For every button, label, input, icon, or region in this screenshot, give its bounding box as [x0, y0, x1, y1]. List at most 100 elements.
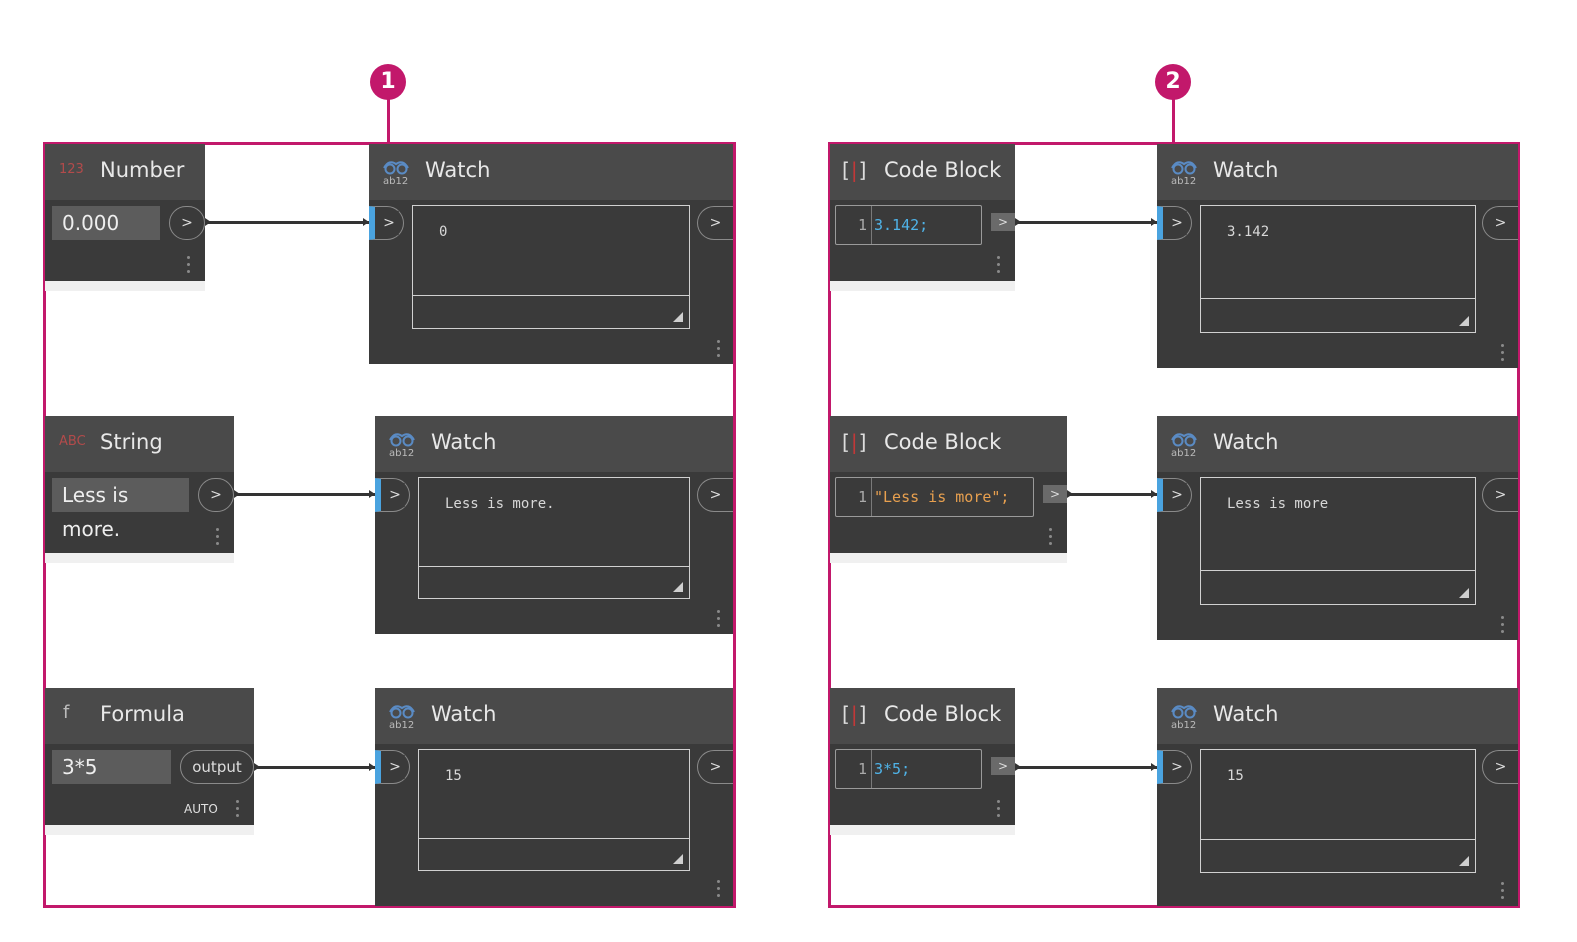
watch-output-port[interactable]: > [1482, 750, 1518, 784]
code-block-output-port[interactable]: > [991, 757, 1015, 775]
code-editor[interactable]: 1 3.142; [835, 205, 982, 245]
code-block-header[interactable]: [|] Code Block [830, 144, 1015, 200]
code-text[interactable]: 3.142; [874, 206, 928, 244]
code-block-header[interactable]: [|] Code Block [830, 688, 1015, 744]
marker-1-stem [387, 99, 390, 143]
watch-node-code-string[interactable]: ab12 Watch > Less is more > [1157, 416, 1518, 640]
watch-node-code-formula[interactable]: ab12 Watch > 15 > [1157, 688, 1518, 906]
formula-node-header[interactable]: f Formula [45, 688, 254, 744]
string-output-port[interactable]: > [198, 478, 234, 512]
watch-node-title: Watch [1213, 430, 1279, 454]
watch-node-number[interactable]: ab12 Watch > 0 > [369, 144, 733, 364]
code-block-icon: [|] [842, 430, 868, 454]
watch-value: 15 [1227, 768, 1244, 784]
code-block-title: Code Block [884, 158, 1002, 182]
formula-node[interactable]: f Formula 3*5 output AUTO [45, 688, 254, 825]
number-node-header[interactable]: 123 Number [45, 144, 205, 200]
code-editor[interactable]: 1 "Less is more"; [835, 477, 1034, 517]
code-text[interactable]: 3*5; [874, 750, 910, 788]
wire-code-formula-to-watch [1015, 763, 1157, 771]
watch-node-formula[interactable]: ab12 Watch > 15 > [375, 688, 733, 906]
watch-display: Less is more [1200, 477, 1476, 605]
number-input[interactable]: 0.000 [52, 206, 160, 240]
number-output-port[interactable]: > [169, 206, 205, 240]
watch-node-menu-icon[interactable] [1501, 616, 1505, 637]
watch-node-title: Watch [1213, 158, 1279, 182]
watch-value: Less is more. [445, 496, 555, 512]
formula-input[interactable]: 3*5 [52, 750, 171, 784]
watch-node-header[interactable]: ab12 Watch [375, 688, 733, 744]
code-block-header[interactable]: [|] Code Block [830, 416, 1067, 472]
number-node[interactable]: 123 Number 0.000 > [45, 144, 205, 281]
watch-input-port[interactable]: > [1157, 206, 1192, 240]
watch-input-port[interactable]: > [375, 750, 410, 784]
watch-node-menu-icon[interactable] [1501, 344, 1505, 365]
code-block-shadow [830, 281, 1015, 291]
watch-output-port[interactable]: > [1482, 478, 1518, 512]
watch-node-menu-icon[interactable] [717, 610, 721, 631]
watch-output-port[interactable]: > [697, 478, 733, 512]
wire-formula-to-watch [254, 763, 375, 771]
resize-grip-icon[interactable] [1459, 588, 1469, 598]
watch-input-port[interactable]: > [1157, 750, 1192, 784]
watch-display: 0 [412, 205, 690, 329]
watch-node-header[interactable]: ab12 Watch [1157, 688, 1518, 744]
watch-input-port[interactable]: > [369, 206, 404, 240]
watch-node-header[interactable]: ab12 Watch [369, 144, 733, 200]
code-line-number: 1 [836, 478, 872, 516]
watch-input-port[interactable]: > [375, 478, 410, 512]
code-block-menu-icon[interactable] [997, 256, 1001, 277]
watch-value: 15 [445, 768, 462, 784]
watch-display: 15 [1200, 749, 1476, 873]
string-icon: ABC [59, 434, 86, 449]
resize-grip-icon[interactable] [1459, 316, 1469, 326]
watch-node-title: Watch [431, 702, 497, 726]
code-block-output-port[interactable]: > [1043, 485, 1067, 503]
formula-output-port[interactable]: output [180, 750, 254, 784]
svg-text:ab12: ab12 [383, 176, 408, 186]
watch-icon: ab12 [1171, 161, 1197, 186]
formula-node-menu-icon[interactable] [236, 800, 240, 821]
watch-node-code-number[interactable]: ab12 Watch > 3.142 > [1157, 144, 1518, 368]
resize-grip-icon[interactable] [1459, 856, 1469, 866]
watch-node-header[interactable]: ab12 Watch [1157, 144, 1518, 200]
code-block-node-string[interactable]: [|] Code Block 1 "Less is more"; > [830, 416, 1067, 553]
number-node-menu-icon[interactable] [187, 256, 191, 277]
code-block-icon: [|] [842, 158, 868, 182]
resize-grip-icon[interactable] [673, 854, 683, 864]
watch-icon: ab12 [389, 705, 415, 730]
code-block-shadow [830, 553, 1067, 563]
formula-icon: f [63, 702, 70, 723]
watch-icon: ab12 [383, 161, 409, 186]
code-editor[interactable]: 1 3*5; [835, 749, 982, 789]
code-block-output-port[interactable]: > [991, 213, 1015, 231]
string-node-header[interactable]: ABC String [45, 416, 234, 472]
code-block-node-number[interactable]: [|] Code Block 1 3.142; > [830, 144, 1015, 281]
code-block-node-formula[interactable]: [|] Code Block 1 3*5; > [830, 688, 1015, 825]
code-block-shadow [830, 825, 1015, 835]
string-node-menu-icon[interactable] [216, 528, 220, 549]
code-block-title: Code Block [884, 702, 1002, 726]
watch-input-port[interactable]: > [1157, 478, 1192, 512]
string-input[interactable]: Less is more. [52, 478, 189, 541]
watch-node-menu-icon[interactable] [717, 880, 721, 901]
watch-node-menu-icon[interactable] [1501, 882, 1505, 903]
resize-grip-icon[interactable] [673, 582, 683, 592]
watch-output-port[interactable]: > [697, 750, 733, 784]
code-block-menu-icon[interactable] [1049, 528, 1053, 549]
resize-grip-icon[interactable] [673, 312, 683, 322]
marker-2-stem [1172, 99, 1175, 143]
watch-node-string[interactable]: ab12 Watch > Less is more. > [375, 416, 733, 634]
string-node[interactable]: ABC String Less is more. > [45, 416, 234, 553]
watch-node-menu-icon[interactable] [717, 340, 721, 361]
watch-divider [419, 838, 689, 839]
code-block-menu-icon[interactable] [997, 800, 1001, 821]
watch-node-header[interactable]: ab12 Watch [1157, 416, 1518, 472]
watch-divider [1201, 839, 1475, 840]
watch-divider [1201, 570, 1475, 571]
watch-display: 3.142 [1200, 205, 1476, 333]
watch-output-port[interactable]: > [697, 206, 733, 240]
watch-output-port[interactable]: > [1482, 206, 1518, 240]
code-text[interactable]: "Less is more"; [874, 478, 1009, 516]
watch-node-header[interactable]: ab12 Watch [375, 416, 733, 472]
